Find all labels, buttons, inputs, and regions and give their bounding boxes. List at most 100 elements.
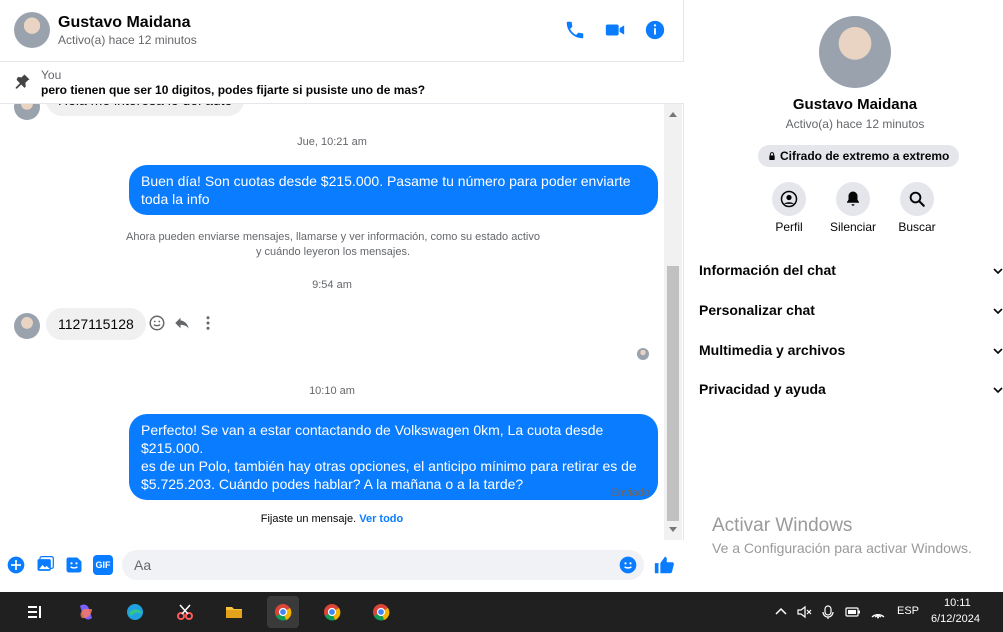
clock-date[interactable]: 6/12/2024 xyxy=(931,613,980,625)
chrome-icon xyxy=(373,604,390,621)
mute-label: Silenciar xyxy=(829,220,877,234)
timestamp: Jue, 10:21 am xyxy=(297,136,367,148)
message-scrollbar[interactable] xyxy=(664,104,682,540)
section-label: Personalizar chat xyxy=(699,302,815,318)
conversation-details-panel: Gustavo Maidana Activo(a) hace 12 minuto… xyxy=(685,0,1003,592)
messenger-app: Gustavo Maidana Activo(a) hace 12 minuto… xyxy=(0,0,1003,592)
search-label: Buscar xyxy=(898,220,936,234)
encryption-badge[interactable]: Cifrado de extremo a extremo xyxy=(758,145,960,167)
taskbar-chrome-3[interactable] xyxy=(365,596,397,628)
message-line: es de un Polo, también hay otras opcione… xyxy=(141,458,637,474)
section-media-files[interactable]: Multimedia y archivos xyxy=(699,342,1003,366)
section-privacy-help[interactable]: Privacidad y ayuda xyxy=(699,381,1003,405)
timestamp: 10:10 am xyxy=(309,385,355,397)
windows-activation-subtitle: Ve a Configuración para activar Windows. xyxy=(712,540,972,556)
system-notice-line1: Ahora pueden enviarse mensajes, llamarse… xyxy=(126,231,540,243)
video-call-icon[interactable] xyxy=(604,19,626,41)
windows-activation-title: Activar Windows xyxy=(712,515,853,536)
widgets-icon xyxy=(28,606,41,618)
section-label: Privacidad y ayuda xyxy=(699,381,826,397)
snipping-tool-icon xyxy=(177,604,193,620)
profile-button[interactable] xyxy=(772,182,806,216)
message-line: $5.725.203. Cuándo podes hablar? A la ma… xyxy=(141,476,524,492)
message-bubble-outgoing[interactable]: Perfecto! Se van a estar contactando de … xyxy=(129,414,658,500)
reply-icon[interactable] xyxy=(173,314,191,332)
pinned-notice-text: Fijaste un mensaje. xyxy=(260,513,357,525)
chat-pane: Gustavo Maidana Activo(a) hace 12 minuto… xyxy=(0,0,684,592)
speaker-muted-icon[interactable] xyxy=(796,604,812,620)
chevron-down-icon xyxy=(993,308,1003,315)
pinned-sender: You xyxy=(41,68,62,82)
clock-time[interactable]: 10:11 xyxy=(944,597,971,609)
taskbar-copilot[interactable] xyxy=(70,596,102,628)
search-button[interactable] xyxy=(900,182,934,216)
info-icon[interactable] xyxy=(644,19,666,41)
mute-button[interactable] xyxy=(836,182,870,216)
taskbar-chrome-1[interactable] xyxy=(267,596,299,628)
chevron-down-icon xyxy=(993,387,1003,394)
pin-icon xyxy=(15,74,30,89)
like-icon[interactable] xyxy=(653,554,675,576)
scroll-down-arrow[interactable] xyxy=(669,527,677,532)
section-label: Información del chat xyxy=(699,262,836,278)
sticker-icon[interactable] xyxy=(64,555,84,575)
profile-label: Perfil xyxy=(775,220,803,234)
message-bubble-outgoing[interactable]: Buen día! Son cuotas desde $215.000. Pas… xyxy=(129,165,658,215)
composer: GIF Aa xyxy=(0,540,684,592)
wifi-icon[interactable] xyxy=(870,604,886,620)
gif-icon[interactable]: GIF xyxy=(93,555,113,575)
message-list[interactable]: Hola me interesa lo del auto Jue, 10:21 … xyxy=(0,104,664,540)
copilot-icon xyxy=(80,604,92,620)
scroll-thumb[interactable] xyxy=(667,266,679,521)
contact-status: Activo(a) hace 12 minutos xyxy=(58,33,197,47)
taskbar-edge[interactable] xyxy=(119,596,151,628)
microphone-icon[interactable] xyxy=(820,604,836,620)
section-customize-chat[interactable]: Personalizar chat xyxy=(699,302,1003,326)
contact-avatar-small xyxy=(14,313,40,339)
photo-icon[interactable] xyxy=(35,555,55,575)
taskbar-file-explorer[interactable] xyxy=(218,596,250,628)
encryption-label: Cifrado de extremo a extremo xyxy=(780,149,950,163)
sent-status: Enviado xyxy=(610,487,650,499)
chevron-down-icon xyxy=(993,348,1003,355)
plus-icon[interactable] xyxy=(6,555,26,575)
more-options-icon[interactable] xyxy=(199,314,217,332)
system-notice-line2: y cuándo leyeron los mensajes. xyxy=(255,246,411,258)
taskbar-snipping-tool[interactable] xyxy=(169,596,201,628)
section-label: Multimedia y archivos xyxy=(699,342,846,358)
chrome-icon xyxy=(324,604,341,621)
windows-taskbar: ESP 10:11 6/12/2024 xyxy=(0,592,1003,632)
react-icon[interactable] xyxy=(148,314,166,332)
contact-avatar-large[interactable] xyxy=(819,16,891,88)
folder-icon xyxy=(226,607,242,618)
timestamp: 9:54 am xyxy=(312,279,352,291)
scroll-up-arrow[interactable] xyxy=(669,112,677,117)
battery-icon[interactable] xyxy=(845,604,861,620)
chrome-icon xyxy=(275,604,292,621)
pinned-message-bar[interactable]: You pero tienen que ser 10 digitos, pode… xyxy=(0,62,684,104)
input-language[interactable]: ESP xyxy=(897,605,919,617)
emoji-icon[interactable] xyxy=(618,555,638,575)
chevron-up-icon[interactable] xyxy=(773,604,789,620)
side-contact-name: Gustavo Maidana xyxy=(792,96,918,113)
lock-icon xyxy=(769,152,775,160)
see-all-link[interactable]: Ver todo xyxy=(359,513,403,525)
chevron-down-icon xyxy=(993,268,1003,275)
search-icon xyxy=(909,191,925,207)
chat-header: Gustavo Maidana Activo(a) hace 12 minuto… xyxy=(0,0,684,62)
taskbar-widgets[interactable] xyxy=(20,596,52,628)
message-input-placeholder: Aa xyxy=(134,557,152,573)
message-bubble-incoming[interactable]: 1127115128 xyxy=(46,308,146,340)
message-input[interactable]: Aa xyxy=(122,550,644,580)
phone-icon[interactable] xyxy=(564,19,586,41)
message-bubble-incoming-partial[interactable]: Hola me interesa lo del auto xyxy=(46,104,245,116)
edge-icon xyxy=(127,604,143,620)
taskbar-chrome-2[interactable] xyxy=(316,596,348,628)
section-chat-info[interactable]: Información del chat xyxy=(699,262,1003,286)
pinned-text: pero tienen que ser 10 digitos, podes fi… xyxy=(41,83,426,97)
system-notice: Ahora pueden enviarse mensajes, llamarse… xyxy=(120,230,546,260)
message-line: Perfecto! Se van a estar contactando de … xyxy=(141,422,604,456)
pinned-notice: Fijaste un mensaje. Ver todo xyxy=(0,513,664,525)
contact-name[interactable]: Gustavo Maidana xyxy=(58,14,190,32)
contact-avatar[interactable] xyxy=(14,12,50,48)
